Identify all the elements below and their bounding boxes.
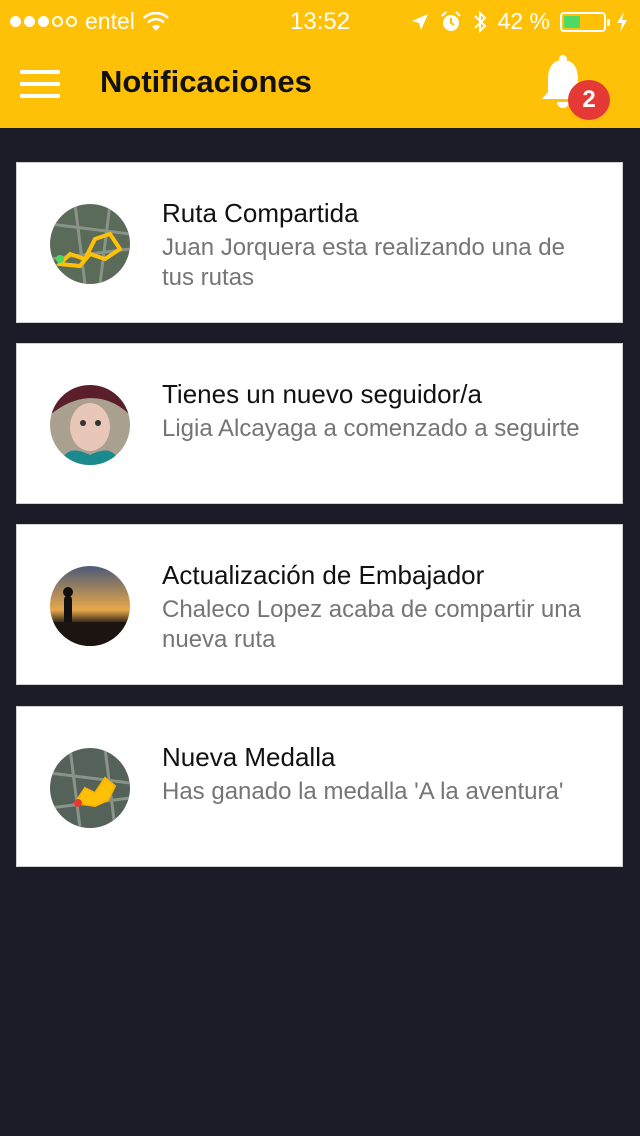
notification-title: Tienes un nuevo seguidor/a <box>162 379 482 409</box>
carrier-label: entel <box>85 8 135 34</box>
user-photo-avatar <box>50 385 130 465</box>
signal-strength-icon <box>10 16 77 27</box>
notification-title: Nueva Medalla <box>162 742 336 772</box>
sunset-photo-avatar <box>50 566 130 646</box>
notification-body: Chaleco Lopez acaba de compartir una nue… <box>162 596 581 653</box>
menu-button[interactable] <box>20 70 60 98</box>
notification-count-badge: 2 <box>568 80 610 120</box>
location-arrow-icon <box>411 13 428 30</box>
notification-body: Juan Jorquera esta realizando una de tus… <box>162 234 565 291</box>
alarm-icon <box>440 10 461 31</box>
battery-percent: 42 % <box>497 8 550 34</box>
notification-body: Has ganado la medalla 'A la aventura' <box>162 778 564 805</box>
wifi-icon <box>142 11 169 31</box>
charging-icon <box>617 11 627 32</box>
notification-card[interactable]: Actualización de Embajador Chaleco Lopez… <box>16 524 623 685</box>
battery-icon <box>560 11 610 32</box>
notification-card[interactable]: Nueva Medalla Has ganado la medalla 'A l… <box>16 706 623 867</box>
bluetooth-icon <box>473 10 486 33</box>
status-bar: entel 13:52 42 % <box>0 0 640 40</box>
top-bar: entel 13:52 42 % Notificaciones 2 <box>0 0 640 128</box>
medal-map-avatar <box>50 748 130 828</box>
notification-title: Ruta Compartida <box>162 198 359 228</box>
status-time: 13:52 <box>290 8 351 35</box>
page-title: Notificaciones <box>100 64 312 99</box>
notification-title: Actualización de Embajador <box>162 560 485 590</box>
notification-body: Ligia Alcayaga a comenzado a seguirte <box>162 415 580 442</box>
notification-card[interactable]: Ruta Compartida Juan Jorquera esta reali… <box>16 162 623 323</box>
map-route-avatar <box>50 204 130 284</box>
notification-card[interactable]: Tienes un nuevo seguidor/a Ligia Alcayag… <box>16 343 623 504</box>
